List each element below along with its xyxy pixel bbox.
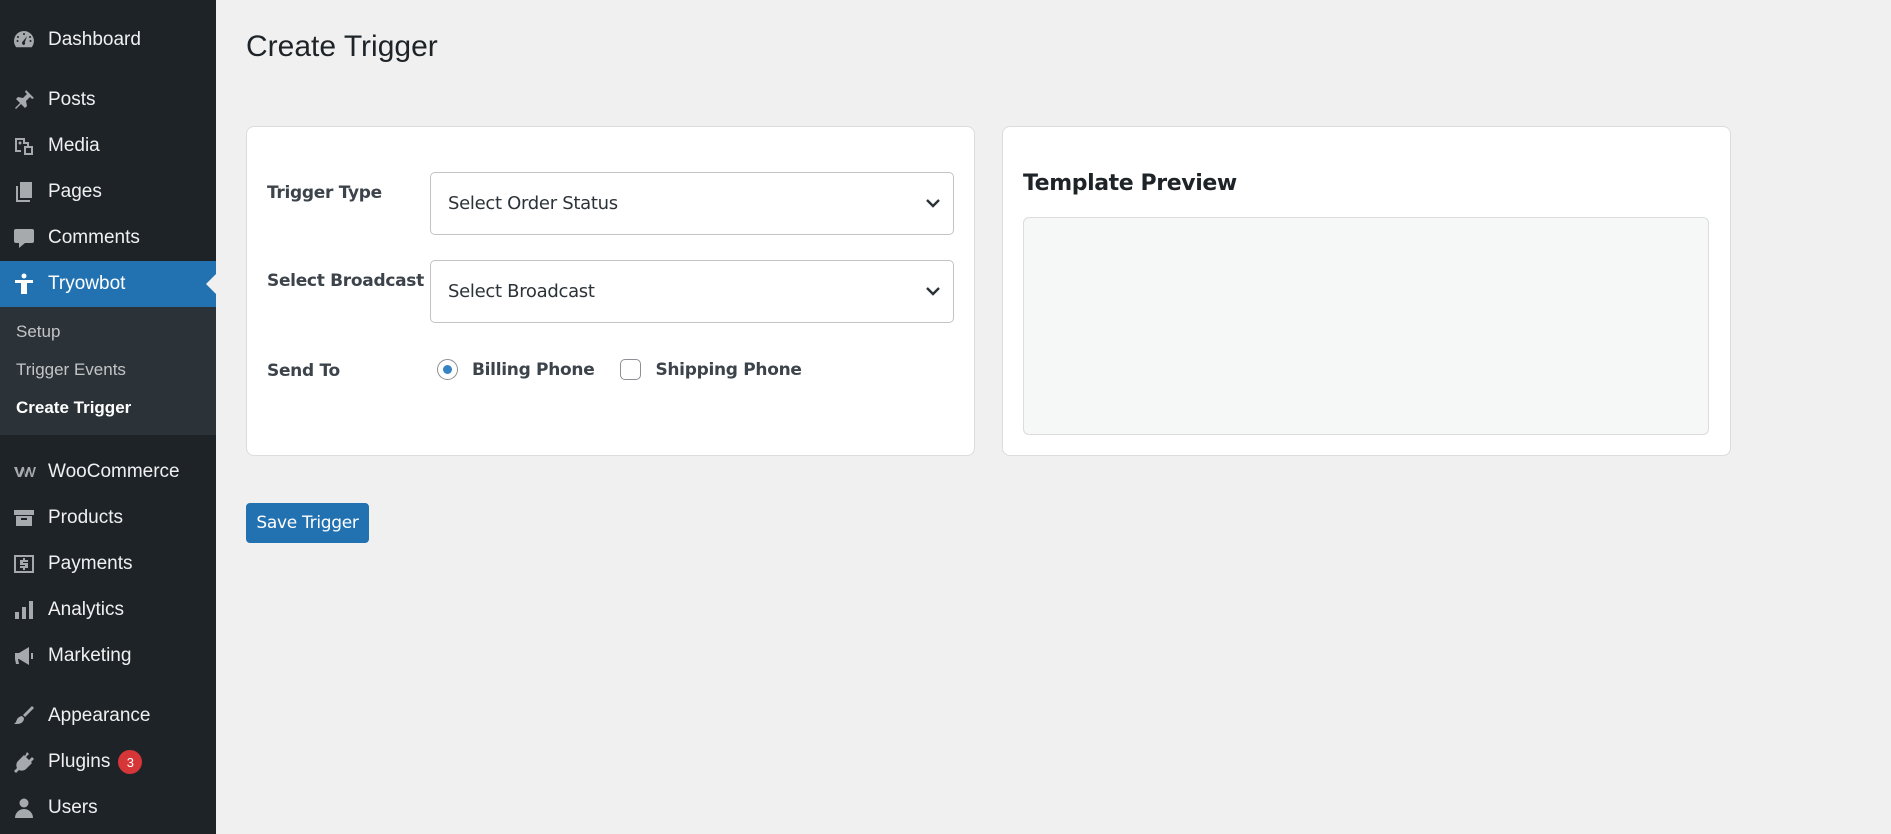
sidebar-item-label: Comments — [48, 227, 140, 248]
submenu-item-setup[interactable]: Setup — [0, 313, 216, 351]
submenu-item-create-trigger[interactable]: Create Trigger — [0, 389, 216, 427]
sidebar-item-products[interactable]: Products — [0, 495, 216, 541]
media-icon — [11, 133, 37, 159]
plug-icon — [11, 749, 37, 775]
billing-phone-option[interactable]: Billing Phone — [437, 359, 595, 380]
broadcast-label: Select Broadcast — [267, 271, 424, 291]
template-preview-area — [1023, 217, 1709, 435]
bar-chart-icon — [11, 597, 37, 623]
sidebar-item-label: Plugins — [48, 751, 111, 772]
megaphone-icon — [11, 643, 37, 669]
chevron-down-icon — [925, 195, 941, 211]
pages-icon — [11, 179, 37, 205]
sidebar-item-payments[interactable]: Payments — [0, 541, 216, 587]
sidebar-item-label: Posts — [48, 89, 96, 110]
sidebar-item-dashboard[interactable]: Dashboard — [0, 17, 216, 63]
trigger-type-row: Trigger Type — [267, 183, 429, 203]
template-preview-title: Template Preview — [1023, 171, 1237, 196]
sidebar-item-media[interactable]: Media — [0, 123, 216, 169]
save-trigger-button[interactable]: Save Trigger — [246, 503, 369, 543]
trigger-form-card: Trigger Type Select Order Status Select … — [246, 126, 975, 456]
brush-icon — [11, 703, 37, 729]
shipping-phone-checkbox[interactable] — [620, 359, 642, 380]
trigger-type-select[interactable]: Select Order Status — [430, 172, 954, 235]
update-count-badge: 3 — [118, 750, 143, 774]
sidebar-item-marketing[interactable]: Marketing — [0, 633, 216, 679]
sidebar-item-label: Users — [48, 797, 98, 818]
sidebar-item-users[interactable]: Users — [0, 785, 216, 831]
broadcast-row: Select Broadcast — [267, 271, 429, 291]
sidebar-item-tryowbot[interactable]: Tryowbot — [0, 261, 216, 307]
broadcast-select[interactable]: Select Broadcast — [430, 260, 954, 323]
sidebar-item-analytics[interactable]: Analytics — [0, 587, 216, 633]
pin-icon — [11, 87, 37, 113]
send-to-label: Send To — [267, 361, 340, 381]
dashboard-icon — [11, 27, 37, 53]
tryowbot-submenu: Setup Trigger Events Create Trigger — [0, 307, 216, 435]
sidebar-item-plugins[interactable]: Plugins 3 — [0, 739, 216, 785]
user-icon — [11, 795, 37, 821]
dollar-icon — [11, 551, 37, 577]
sidebar-item-label: Dashboard — [48, 29, 141, 50]
sidebar-item-pages[interactable]: Pages — [0, 169, 216, 215]
shipping-phone-option[interactable]: Shipping Phone — [620, 359, 802, 380]
archive-icon — [11, 505, 37, 531]
admin-sidebar: Dashboard Posts Media Pages Comments Try… — [0, 0, 216, 834]
sidebar-item-label: Analytics — [48, 599, 125, 620]
sidebar-item-comments[interactable]: Comments — [0, 215, 216, 261]
shipping-phone-label: Shipping Phone — [655, 359, 802, 380]
chevron-down-icon — [925, 283, 941, 299]
sidebar-item-label: Tryowbot — [48, 273, 126, 294]
woocommerce-icon — [11, 459, 37, 485]
sidebar-item-label: Media — [48, 135, 100, 156]
trigger-type-label: Trigger Type — [267, 183, 382, 203]
send-to-options: Billing Phone Shipping Phone — [437, 359, 828, 380]
billing-phone-label: Billing Phone — [472, 359, 595, 380]
submenu-item-trigger-events[interactable]: Trigger Events — [0, 351, 216, 389]
template-preview-card: Template Preview — [1002, 126, 1731, 456]
sidebar-item-label: Marketing — [48, 645, 132, 666]
sidebar-item-label: WooCommerce — [48, 461, 180, 482]
comment-icon — [11, 225, 37, 251]
billing-phone-radio[interactable] — [437, 359, 458, 380]
sidebar-item-label: Products — [48, 507, 123, 528]
sidebar-item-woocommerce[interactable]: WooCommerce — [0, 449, 216, 495]
sidebar-item-label: Appearance — [48, 705, 151, 726]
person-icon — [11, 271, 37, 297]
broadcast-value: Select Broadcast — [448, 281, 595, 302]
trigger-type-value: Select Order Status — [448, 193, 618, 214]
sidebar-item-posts[interactable]: Posts — [0, 77, 216, 123]
sidebar-item-label: Payments — [48, 553, 133, 574]
send-to-row: Send To — [267, 361, 429, 381]
sidebar-item-appearance[interactable]: Appearance — [0, 693, 216, 739]
page-title: Create Trigger — [246, 30, 438, 63]
sidebar-item-label: Pages — [48, 181, 102, 202]
